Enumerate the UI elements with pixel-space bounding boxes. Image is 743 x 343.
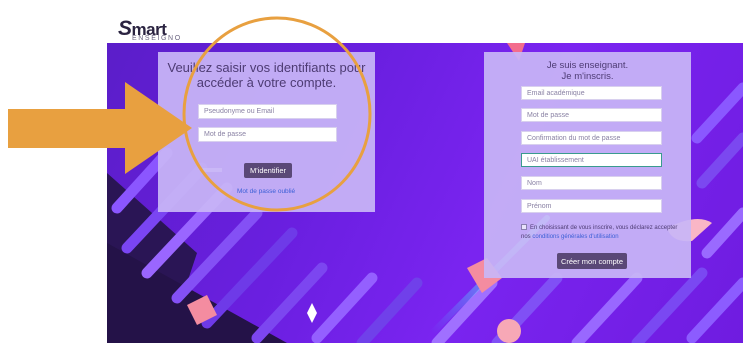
- arrow-right-icon: [8, 82, 192, 174]
